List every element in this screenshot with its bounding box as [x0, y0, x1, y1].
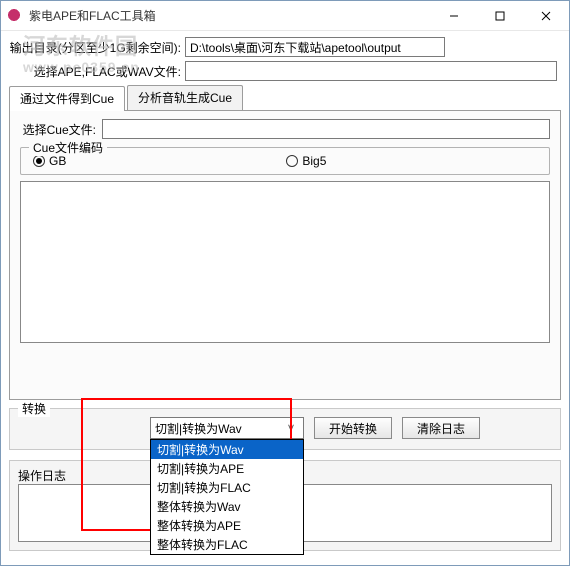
tab-control: 通过文件得到Cue 分析音轨生成Cue 选择Cue文件: Cue文件编码 GB [9, 85, 561, 400]
select-file-input[interactable] [185, 61, 557, 81]
radio-gb-label: GB [49, 154, 66, 168]
app-window: 紫电APE和FLAC工具箱 河东软件园 www.pc0359.cn 输出目录(分… [0, 0, 570, 566]
select-file-row: 选择APE,FLAC或WAV文件: [9, 61, 561, 81]
app-icon [7, 8, 23, 24]
client-area: 输出目录(分区至少1G剩余空间): 选择APE,FLAC或WAV文件: 通过文件… [1, 31, 569, 559]
radio-gb[interactable]: GB [33, 154, 66, 168]
cue-select-input[interactable] [102, 119, 550, 139]
minimize-button[interactable] [431, 1, 477, 31]
dropdown-option[interactable]: 整体转换为FLAC [151, 535, 303, 554]
dropdown-option[interactable]: 切割|转换为FLAC [151, 478, 303, 497]
tab-page: 选择Cue文件: Cue文件编码 GB Big5 [9, 110, 561, 400]
window-title: 紫电APE和FLAC工具箱 [29, 7, 431, 24]
encoding-legend: Cue文件编码 [29, 139, 107, 156]
convert-section-title: 转换 [18, 400, 50, 417]
tab-cue-by-file[interactable]: 通过文件得到Cue [9, 86, 125, 111]
output-dir-label: 输出目录(分区至少1G剩余空间): [9, 39, 185, 56]
track-list-box[interactable] [20, 181, 550, 343]
convert-dropdown[interactable]: 切割|转换为Wav 切割|转换为APE 切割|转换为FLAC 整体转换为Wav … [150, 439, 304, 555]
titlebar: 紫电APE和FLAC工具箱 [1, 1, 569, 31]
convert-select-value: 切割|转换为Wav [155, 420, 242, 437]
radio-big5-label: Big5 [302, 154, 326, 168]
cue-select-label: 选择Cue文件: [20, 121, 102, 138]
cue-select-row: 选择Cue文件: [20, 119, 550, 139]
radio-dot-icon [286, 155, 298, 167]
chevron-down-icon: ˅ [283, 421, 299, 435]
radio-big5[interactable]: Big5 [286, 154, 326, 168]
tab-strip: 通过文件得到Cue 分析音轨生成Cue [9, 85, 561, 110]
select-file-label: 选择APE,FLAC或WAV文件: [9, 63, 185, 80]
close-button[interactable] [523, 1, 569, 31]
convert-select-wrap: 切割|转换为Wav ˅ 切割|转换为Wav 切割|转换为APE 切割|转换为FL… [150, 417, 304, 439]
encoding-fieldset: Cue文件编码 GB Big5 [20, 147, 550, 175]
start-convert-button[interactable]: 开始转换 [314, 417, 392, 439]
dropdown-option[interactable]: 切割|转换为Wav [151, 440, 303, 459]
convert-controls-row: 切割|转换为Wav ˅ 切割|转换为Wav 切割|转换为APE 切割|转换为FL… [20, 417, 550, 439]
convert-select[interactable]: 切割|转换为Wav ˅ [150, 417, 304, 439]
clear-log-button[interactable]: 清除日志 [402, 417, 480, 439]
convert-section: 转换 切割|转换为Wav ˅ 切割|转换为Wav 切割|转换为APE 切割|转换… [9, 408, 561, 450]
tab-cue-by-track[interactable]: 分析音轨生成Cue [127, 85, 243, 110]
output-dir-row: 输出目录(分区至少1G剩余空间): [9, 37, 561, 57]
dropdown-option[interactable]: 整体转换为Wav [151, 497, 303, 516]
dropdown-option[interactable]: 切割|转换为APE [151, 459, 303, 478]
maximize-button[interactable] [477, 1, 523, 31]
output-dir-input[interactable] [185, 37, 445, 57]
encoding-radios: GB Big5 [33, 154, 537, 168]
dropdown-option[interactable]: 整体转换为APE [151, 516, 303, 535]
radio-dot-icon [33, 155, 45, 167]
